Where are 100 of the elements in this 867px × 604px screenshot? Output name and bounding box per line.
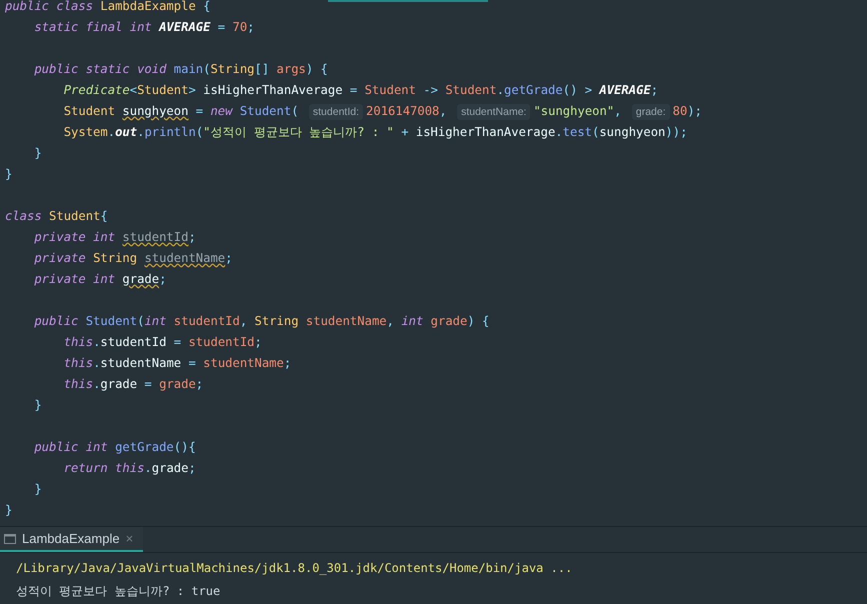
code-token: private int bbox=[33, 271, 116, 288]
code-token: studentName bbox=[203, 355, 284, 372]
code-token: isHigherThanAverage bbox=[416, 124, 556, 141]
code-token: , bbox=[386, 313, 395, 330]
code-token: } bbox=[33, 145, 42, 162]
code-token: ) { bbox=[306, 61, 328, 78]
code-token: } bbox=[5, 502, 12, 519]
code-token: grade bbox=[430, 313, 468, 330]
code-token: studentName bbox=[144, 250, 226, 267]
code-token: < bbox=[130, 82, 138, 99]
code-token: ; bbox=[188, 229, 196, 246]
code-token: main bbox=[174, 61, 204, 78]
console-icon bbox=[4, 534, 16, 544]
code-token: ( bbox=[291, 103, 300, 120]
code-token: static final int bbox=[33, 19, 153, 36]
parameter-hint: studentName: bbox=[457, 104, 530, 120]
code-token: this bbox=[62, 376, 94, 393]
code-token: Student bbox=[49, 208, 100, 225]
code-token: studentName bbox=[306, 313, 387, 330]
code-token: { bbox=[203, 0, 210, 15]
code-token: "성적이 평균보다 높습니까? : " bbox=[203, 124, 394, 141]
code-token: getGrade bbox=[504, 82, 563, 99]
code-token: out bbox=[115, 124, 138, 141]
code-token: Student bbox=[364, 82, 417, 99]
code-token: sunghyeon bbox=[599, 124, 666, 141]
code-token: ; bbox=[196, 376, 204, 393]
code-token: -> bbox=[423, 82, 439, 99]
code-token: public int bbox=[33, 439, 109, 456]
code-token: "sunghyeon" bbox=[533, 103, 614, 120]
code-token: Student bbox=[62, 103, 116, 120]
code-token: , bbox=[614, 103, 623, 120]
code-token: public class bbox=[5, 0, 94, 15]
code-token: String bbox=[210, 61, 254, 78]
code-token: this bbox=[62, 355, 94, 372]
code-token: ( bbox=[203, 61, 210, 78]
code-token: [] bbox=[254, 61, 270, 78]
code-token: ; bbox=[188, 460, 196, 477]
code-token: . bbox=[555, 124, 563, 141]
code-token: )); bbox=[665, 124, 688, 141]
code-token: studentId bbox=[100, 334, 166, 351]
code-token: return this bbox=[62, 460, 144, 477]
code-token: = bbox=[172, 334, 182, 351]
code-token: 70 bbox=[232, 19, 248, 36]
code-token: String bbox=[93, 250, 138, 267]
code-token: studentId bbox=[122, 229, 188, 246]
code-token: ; bbox=[225, 250, 232, 267]
code-token: args bbox=[276, 61, 306, 78]
code-token: String bbox=[254, 313, 300, 330]
code-token: System bbox=[62, 124, 108, 141]
code-token: . bbox=[137, 124, 144, 141]
code-token: ; bbox=[650, 82, 658, 99]
code-token: Predicate bbox=[62, 82, 130, 99]
code-token: AVERAGE bbox=[159, 19, 210, 36]
code-token: test bbox=[562, 124, 592, 141]
code-token: > bbox=[188, 82, 197, 99]
code-token: } bbox=[5, 166, 12, 183]
code-token: = bbox=[216, 19, 226, 36]
code-token: . bbox=[144, 460, 152, 477]
code-token: grade bbox=[152, 460, 188, 477]
code-token: grade bbox=[122, 271, 160, 288]
code-token: = bbox=[194, 103, 204, 120]
code-token: int bbox=[401, 313, 424, 330]
code-token: public bbox=[33, 313, 80, 330]
code-token: ); bbox=[687, 103, 702, 120]
code-token: ( bbox=[592, 124, 600, 141]
code-token: ; bbox=[284, 355, 292, 372]
code-token: studentName bbox=[100, 355, 182, 372]
parameter-hint: studentId: bbox=[308, 104, 364, 120]
code-token: { bbox=[100, 208, 108, 225]
code-token: . bbox=[108, 124, 116, 141]
code-token: Student bbox=[137, 82, 188, 99]
run-tab[interactable]: LambdaExample × bbox=[0, 527, 144, 552]
console-line: /Library/Java/JavaVirtualMachines/jdk1.8.0_301.jdk/Contents/Home/bin/java ... bbox=[16, 560, 574, 577]
code-token: . bbox=[93, 334, 100, 351]
code-token: () > bbox=[562, 82, 594, 99]
code-token: = bbox=[187, 355, 197, 372]
code-token: getGrade bbox=[115, 439, 174, 456]
code-token: println bbox=[144, 124, 196, 141]
code-token: private bbox=[33, 250, 87, 267]
code-token: 2016147008 bbox=[366, 103, 440, 120]
code-token: new bbox=[210, 103, 234, 120]
code-token: (){ bbox=[174, 439, 196, 456]
code-token: 80 bbox=[672, 103, 688, 120]
code-token: = bbox=[143, 376, 153, 393]
code-token: = bbox=[350, 82, 358, 99]
code-token: studentId bbox=[174, 313, 240, 330]
code-token: AVERAGE bbox=[599, 82, 651, 99]
code-token: grade bbox=[100, 376, 138, 393]
code-token: . bbox=[496, 82, 504, 99]
code-token: . bbox=[93, 355, 100, 372]
code-token: ; bbox=[159, 271, 166, 288]
code-token: LambdaExample bbox=[100, 0, 197, 15]
code-token: + bbox=[400, 124, 410, 141]
parameter-hint: grade: bbox=[632, 104, 670, 120]
code-token: ( bbox=[137, 313, 144, 330]
code-token: sunghyeon bbox=[122, 103, 188, 120]
code-token: studentId bbox=[188, 334, 255, 351]
code-token: public static void bbox=[33, 61, 168, 78]
code-token: class bbox=[5, 208, 43, 225]
code-token: ( bbox=[196, 124, 204, 141]
